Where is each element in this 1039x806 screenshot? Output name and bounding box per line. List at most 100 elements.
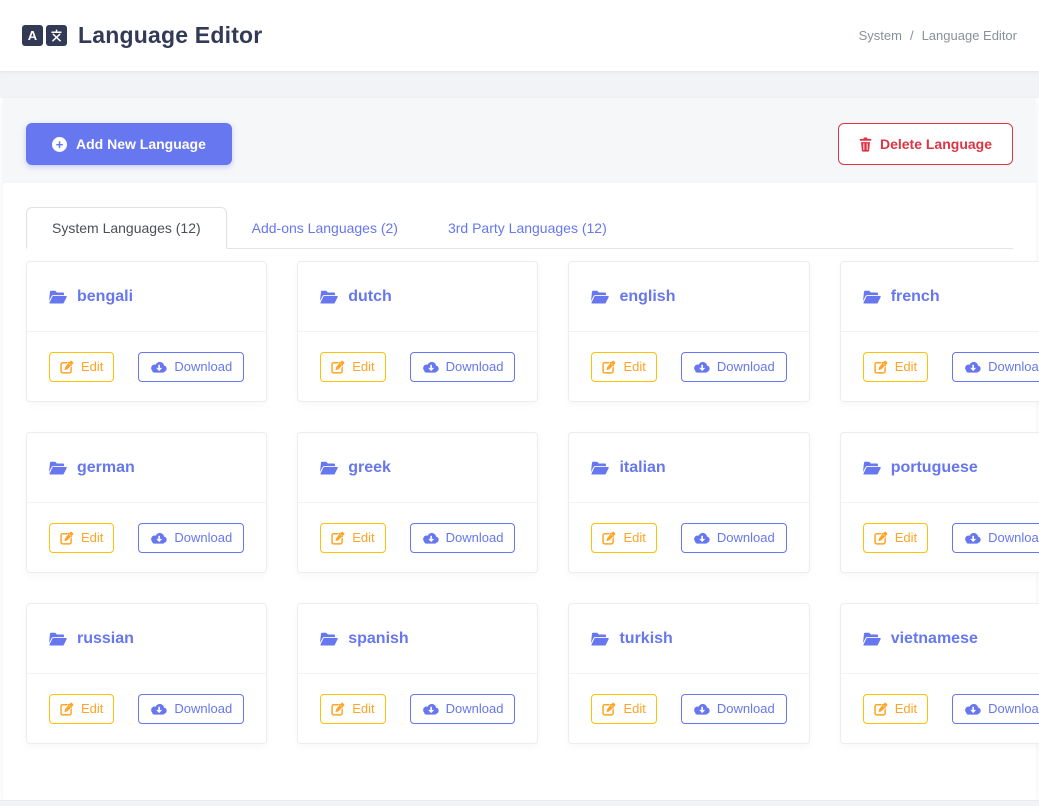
download-button[interactable]: Download [138, 693, 245, 724]
edit-button[interactable]: Edit [591, 522, 657, 553]
language-tabs: System Languages (12) Add-ons Languages … [26, 207, 1013, 249]
language-card-actions: Edit [298, 674, 537, 743]
cloud-download-icon [964, 361, 981, 373]
tab-addons-languages[interactable]: Add-ons Languages (2) [227, 208, 423, 248]
download-button[interactable]: Download [409, 351, 516, 382]
page-title: Language Editor [78, 22, 263, 48]
language-card-header: bengali [27, 262, 267, 332]
language-name: dutch [348, 287, 392, 305]
cloud-download-icon [422, 532, 439, 544]
language-icon-cjk-box [46, 25, 67, 46]
add-new-language-label: Add New Language [76, 136, 206, 152]
edit-button[interactable]: Edit [49, 693, 115, 724]
edit-button[interactable]: Edit [591, 351, 657, 382]
language-card-actions: Edit [298, 332, 537, 401]
folder-open-icon [320, 290, 339, 304]
language-name: italian [619, 458, 666, 476]
delete-language-button[interactable]: Delete Language [837, 123, 1013, 165]
edit-button[interactable]: Edit [320, 522, 386, 553]
language-card-grid: bengali Edit Download dutch Edit Downloa… [26, 261, 1039, 744]
language-name: turkish [619, 629, 673, 647]
download-button[interactable]: Download [952, 522, 1039, 553]
language-name: portuguese [890, 458, 978, 476]
download-label: Download [716, 530, 775, 545]
download-button[interactable]: Download [680, 351, 787, 382]
edit-icon [602, 702, 616, 716]
breadcrumb-item-current: Language Editor [921, 28, 1017, 43]
language-card-actions: Edit [841, 674, 1039, 743]
download-button[interactable]: Download [409, 693, 516, 724]
toolbar-section: + Add New Language Delete Language [3, 98, 1036, 183]
download-button[interactable]: Download [680, 522, 787, 553]
folder-open-icon [320, 632, 339, 646]
edit-icon [874, 531, 888, 545]
folder-open-icon [320, 461, 339, 475]
edit-button[interactable]: Edit [320, 351, 386, 382]
edit-button[interactable]: Edit [862, 693, 929, 724]
edit-label: Edit [894, 359, 918, 374]
brand: A Language Editor [22, 22, 262, 49]
edit-icon [60, 360, 74, 374]
language-card-actions: Edit [841, 332, 1039, 401]
language-card-actions: Edit [27, 503, 266, 572]
cloud-download-icon [693, 361, 710, 373]
edit-button[interactable]: Edit [49, 351, 115, 382]
edit-button[interactable]: Edit [862, 351, 929, 382]
download-button[interactable]: Download [952, 693, 1039, 724]
edit-icon [331, 531, 345, 545]
language-card-header: turkish [569, 604, 809, 674]
edit-button[interactable]: Edit [49, 522, 115, 553]
tab-system-languages[interactable]: System Languages (12) [26, 207, 227, 249]
language-icon: A [22, 25, 67, 46]
add-new-language-button[interactable]: + Add New Language [26, 123, 232, 165]
language-icon-a-box: A [22, 25, 43, 46]
page-bottom-band [0, 800, 1039, 806]
download-button[interactable]: Download [952, 351, 1039, 382]
language-card-header: vietnamese [840, 604, 1039, 674]
language-card-header: russian [27, 604, 267, 674]
download-button[interactable]: Download [409, 522, 516, 553]
language-card-portuguese: portuguese Edit Downloa [839, 432, 1039, 573]
download-label: Download [174, 701, 233, 716]
language-card-actions: Edit [569, 332, 808, 401]
edit-label: Edit [623, 701, 646, 716]
language-card-actions: Edit [27, 332, 266, 401]
breadcrumb-separator: / [909, 28, 914, 43]
breadcrumb-item-system[interactable]: System [859, 28, 902, 43]
download-label: Download [445, 359, 504, 374]
folder-open-icon [49, 461, 67, 475]
language-card-italian: italian Edit Download [568, 432, 810, 573]
folder-open-icon [862, 290, 881, 304]
language-card-greek: greek Edit Download [297, 432, 539, 573]
delete-language-label: Delete Language [879, 136, 992, 152]
download-button[interactable]: Download [138, 351, 245, 382]
edit-label: Edit [352, 701, 375, 716]
language-card-german: german Edit Download [26, 432, 268, 573]
language-name: greek [348, 458, 391, 476]
edit-label: Edit [894, 530, 918, 545]
edit-label: Edit [623, 359, 646, 374]
cloud-download-icon [150, 703, 168, 715]
language-name: english [619, 287, 676, 305]
tab-3rd-party-languages[interactable]: 3rd Party Languages (12) [423, 208, 632, 248]
folder-open-icon [49, 632, 67, 646]
edit-button[interactable]: Edit [862, 522, 929, 553]
download-button[interactable]: Download [680, 693, 787, 724]
language-card-actions: Edit [569, 674, 808, 743]
page-background-band [0, 71, 1039, 98]
folder-open-icon [591, 461, 610, 475]
cloud-download-icon [693, 703, 710, 715]
language-card-vietnamese: vietnamese Edit Downloa [839, 603, 1039, 744]
folder-open-icon [591, 290, 610, 304]
edit-button[interactable]: Edit [591, 693, 657, 724]
language-name: vietnamese [890, 629, 978, 647]
download-button[interactable]: Download [138, 522, 245, 553]
download-label: Download [988, 530, 1039, 545]
folder-open-icon [49, 290, 67, 304]
language-card-french: french Edit Downloa [839, 261, 1039, 402]
edit-icon [60, 531, 74, 545]
folder-open-icon [862, 632, 881, 646]
edit-button[interactable]: Edit [320, 693, 386, 724]
language-card-actions: Edit [841, 503, 1039, 572]
top-navbar: A Language Editor System / Language Edit… [0, 0, 1039, 71]
